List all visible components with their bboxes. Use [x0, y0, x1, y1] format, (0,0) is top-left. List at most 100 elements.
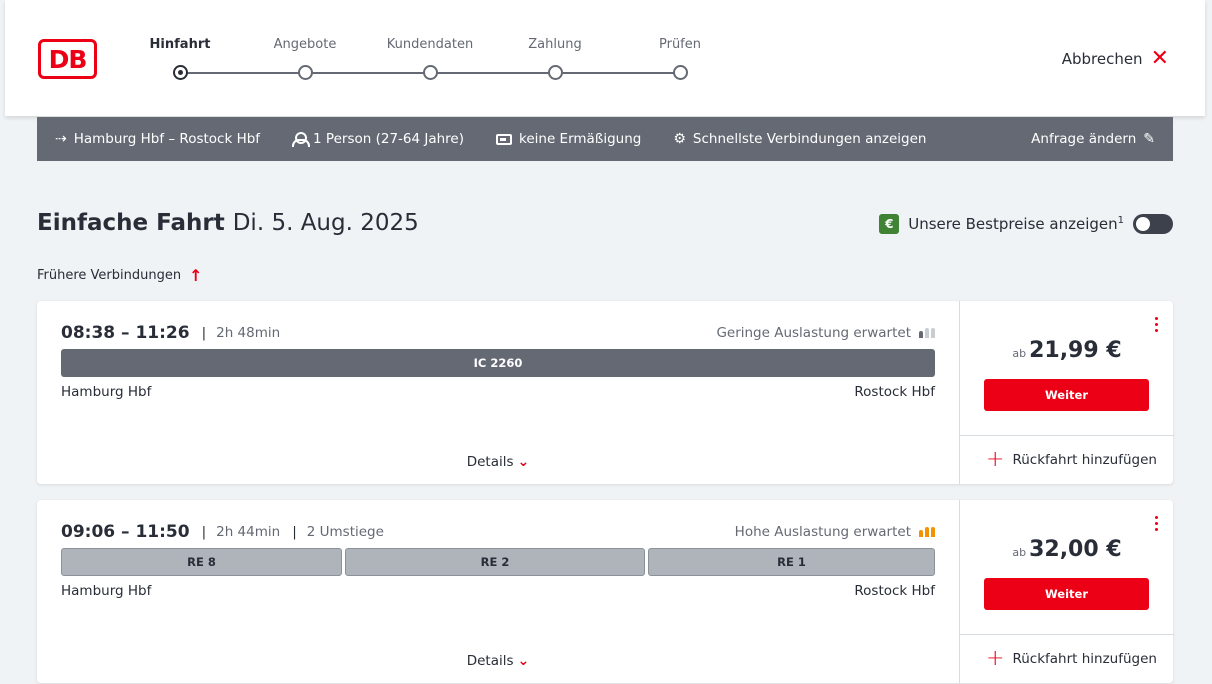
db-logo[interactable]: DB	[38, 39, 97, 79]
occupancy-high-icon	[919, 527, 935, 537]
plus-icon: +	[986, 447, 1005, 472]
connection-info[interactable]: 09:06 – 11:50 | 2h 44min | 2 Umstiege Ho…	[37, 500, 959, 683]
step-label: Angebote	[273, 37, 337, 52]
travel-date: Di. 5. Aug. 2025	[232, 210, 419, 236]
train-segment: RE 1	[648, 548, 935, 576]
separator: |	[292, 524, 297, 540]
origin-station: Hamburg Hbf	[61, 583, 152, 599]
edit-request-label: Anfrage ändern	[1031, 131, 1137, 147]
destination-station: Rostock Hbf	[854, 583, 935, 599]
trip-type: Einfache Fahrt	[37, 210, 225, 236]
bestprice-toggle[interactable]	[1133, 214, 1173, 234]
train-segment: RE 8	[61, 548, 342, 576]
details-toggle[interactable]: Details ⌄	[37, 653, 959, 669]
travellers-summary[interactable]: 1 Person (27-64 Jahre)	[292, 131, 464, 147]
step-dot	[547, 65, 563, 80]
add-return-label: Rückfahrt hinzufügen	[1012, 651, 1157, 667]
separator: |	[201, 325, 207, 341]
sliders-icon: ⚙	[673, 131, 686, 147]
price-prefix: ab	[1012, 546, 1027, 559]
price-panel: ab 21,99 € Weiter + Rückfahrt hinzufügen	[959, 301, 1174, 484]
step-label: Zahlung	[528, 37, 582, 52]
occupancy-info: Geringe Auslastung erwartet	[716, 325, 935, 341]
step-hinfahrt[interactable]: Hinfahrt	[125, 36, 235, 80]
occupancy-low-icon	[919, 328, 935, 338]
arrow-right-icon: ⇢	[55, 131, 67, 147]
price-panel: ab 32,00 € Weiter + Rückfahrt hinzufügen	[959, 500, 1174, 683]
price: ab 32,00 €	[960, 537, 1174, 562]
train-segment: RE 2	[345, 548, 645, 576]
discount-text: keine Ermäßigung	[519, 131, 642, 147]
continue-button[interactable]: Weiter	[984, 578, 1149, 610]
person-icon	[292, 131, 311, 147]
connection-info[interactable]: 08:38 – 11:26 | 2h 48min Geringe Auslast…	[37, 301, 959, 484]
add-return-button[interactable]: + Rückfahrt hinzufügen	[960, 435, 1174, 484]
continue-button[interactable]: Weiter	[984, 379, 1149, 411]
page-title: Einfache Fahrt Di. 5. Aug. 2025	[37, 210, 419, 236]
bestprice-label: Unsere Bestpreise anzeigen1	[908, 215, 1124, 233]
header: DB Hinfahrt Angebote Kundendaten Zahlung…	[5, 0, 1205, 116]
train-segment: IC 2260	[61, 349, 935, 377]
connection-card: 09:06 – 11:50 | 2h 44min | 2 Umstiege Ho…	[37, 500, 1174, 683]
price-prefix: ab	[1012, 347, 1027, 360]
euro-icon: €	[879, 214, 900, 234]
departure-arrival-time: 08:38 – 11:26	[61, 323, 190, 343]
details-label: Details	[466, 653, 514, 669]
departure-arrival-time: 09:06 – 11:50	[61, 522, 190, 542]
chevron-down-icon: ⌄	[517, 454, 530, 470]
arrow-up-icon: ↑	[189, 266, 203, 285]
step-label: Hinfahrt	[149, 37, 211, 52]
progress-stepper: Hinfahrt Angebote Kundendaten Zahlung Pr…	[145, 36, 705, 86]
cancel-label: Abbrechen	[1061, 50, 1143, 68]
duration: 2h 48min	[216, 325, 281, 341]
step-zahlung[interactable]: Zahlung	[500, 36, 610, 80]
step-dot	[297, 65, 313, 80]
more-options-icon[interactable]	[1155, 516, 1159, 534]
price-value: 32,00 €	[1029, 537, 1122, 562]
step-kundendaten[interactable]: Kundendaten	[375, 36, 485, 80]
connection-card: 08:38 – 11:26 | 2h 48min Geringe Auslast…	[37, 301, 1174, 484]
footnote-marker: 1	[1117, 215, 1124, 226]
edit-request-button[interactable]: Anfrage ändern ✎	[1031, 131, 1155, 147]
details-toggle[interactable]: Details ⌄	[37, 454, 959, 470]
filter-summary[interactable]: ⚙ Schnellste Verbindungen anzeigen	[673, 131, 926, 147]
more-options-icon[interactable]	[1155, 317, 1159, 335]
destination-station: Rostock Hbf	[854, 384, 935, 400]
step-dot	[422, 65, 438, 80]
step-dot	[672, 65, 688, 80]
add-return-button[interactable]: + Rückfahrt hinzufügen	[960, 634, 1174, 683]
plus-icon: +	[986, 646, 1005, 671]
train-segments: IC 2260	[61, 349, 935, 377]
earlier-connections-link[interactable]: Frühere Verbindungen ↑	[37, 266, 203, 285]
occupancy-info: Hohe Auslastung erwartet	[735, 524, 935, 540]
earlier-connections-label: Frühere Verbindungen	[37, 268, 182, 283]
connection-times: 09:06 – 11:50 | 2h 44min | 2 Umstiege	[61, 522, 384, 542]
bahncard-icon	[496, 133, 513, 145]
cancel-button[interactable]: Abbrechen ✕	[1061, 46, 1169, 71]
step-dot-active	[172, 65, 188, 80]
step-angebote[interactable]: Angebote	[250, 36, 360, 80]
route-summary[interactable]: ⇢ Hamburg Hbf – Rostock Hbf	[55, 131, 260, 147]
occupancy-text: Hohe Auslastung erwartet	[734, 524, 911, 540]
price: ab 21,99 €	[960, 338, 1174, 363]
discount-summary[interactable]: keine Ermäßigung	[496, 131, 641, 147]
close-icon: ✕	[1150, 46, 1169, 71]
changes-count: 2 Umstiege	[306, 524, 384, 540]
results-title-row: Einfache Fahrt Di. 5. Aug. 2025 € Unsere …	[37, 210, 1173, 244]
step-label: Prüfen	[658, 37, 701, 52]
filter-text: Schnellste Verbindungen anzeigen	[692, 131, 927, 147]
step-pruefen[interactable]: Prüfen	[625, 36, 735, 80]
route-text: Hamburg Hbf – Rostock Hbf	[73, 131, 261, 147]
travellers-text: 1 Person (27-64 Jahre)	[313, 131, 465, 147]
add-return-label: Rückfahrt hinzufügen	[1012, 452, 1157, 468]
logo-text: DB	[48, 45, 88, 74]
bestprice-toggle-row: € Unsere Bestpreise anzeigen1	[879, 214, 1173, 234]
price-value: 21,99 €	[1029, 338, 1122, 363]
step-label: Kundendaten	[386, 37, 474, 52]
occupancy-text: Geringe Auslastung erwartet	[716, 325, 911, 341]
connection-times: 08:38 – 11:26 | 2h 48min	[61, 323, 280, 343]
chevron-down-icon: ⌄	[517, 653, 530, 669]
origin-station: Hamburg Hbf	[61, 384, 152, 400]
separator: |	[201, 524, 207, 540]
pencil-icon: ✎	[1143, 131, 1155, 147]
